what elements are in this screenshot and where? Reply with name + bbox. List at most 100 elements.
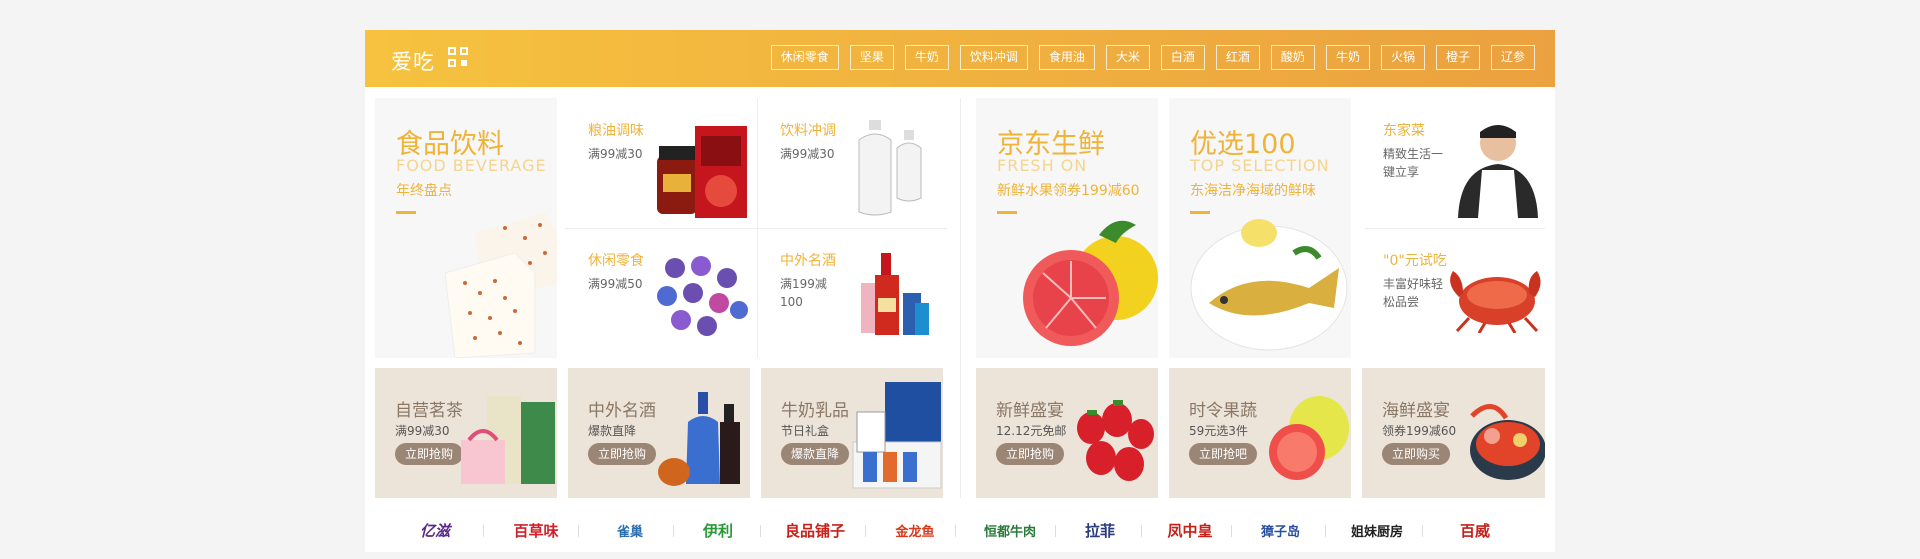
header-tag[interactable]: 红酒 (1215, 45, 1260, 70)
bottom-promo-card[interactable]: 时令果蔬 59元选3件 立即抢吧 (1169, 368, 1351, 498)
qr-code-icon[interactable] (448, 47, 468, 67)
liquor-image (658, 392, 740, 486)
header-tag[interactable]: 饮料冲调 (959, 45, 1028, 70)
cell-title: "0"元试吃 (1383, 253, 1447, 269)
sauce-jar-image (657, 126, 747, 218)
section-divider (960, 98, 961, 498)
promo-title: 海鲜盛宴 (1382, 401, 1450, 421)
brand-strip: 亿滋 百草味 雀巢 伊利 良品铺子 金龙鱼 恒都牛肉 拉菲 凤中皇 獐子岛 姐妹… (365, 503, 1555, 552)
card-subtitle-en: FOOD BEVERAGE (396, 156, 547, 175)
brand-logo[interactable]: 良品铺子 (770, 516, 860, 544)
buy-now-button[interactable]: 立即购买 (1382, 443, 1451, 465)
header-tag[interactable]: 白酒 (1160, 45, 1205, 70)
promo-title: 中外名酒 (588, 401, 656, 421)
buy-now-button[interactable]: 立即抢购 (588, 443, 657, 465)
promo-desc: 12.12元免邮 (996, 424, 1067, 438)
category-cell[interactable]: 休闲零食 满99减50 (565, 228, 755, 358)
buy-now-button[interactable]: 爆款直降 (781, 443, 850, 465)
promo-cell[interactable]: 东家菜 精致生活一键立享 (1360, 98, 1545, 228)
floor-header: 爱吃 休闲零食 坚果 牛奶 饮料冲调 食用油 大米 白酒 红酒 酸奶 牛奶 火锅… (365, 30, 1555, 87)
cell-title: 中外名酒 (780, 253, 836, 269)
promo-title: 时令果蔬 (1189, 401, 1257, 421)
bottom-promo-card[interactable]: 自营茗茶 满99减30 立即抢购 (375, 368, 557, 498)
header-tag[interactable]: 休闲零食 (770, 45, 839, 70)
top-selection-card[interactable]: 优选100 TOP SELECTION 东海洁净海域的鲜味 (1169, 98, 1351, 358)
bottom-promo-card[interactable]: 中外名酒 爆款直降 立即抢购 (568, 368, 750, 498)
brand-divider (1325, 525, 1326, 537)
header-tag[interactable]: 牛奶 (904, 45, 949, 70)
header-tag[interactable]: 火锅 (1380, 45, 1425, 70)
milk-box-image (852, 382, 942, 489)
seafood-bowl-image (1470, 404, 1545, 480)
floor-title: 爱吃 (391, 50, 435, 74)
brand-logo[interactable]: 金龙鱼 (880, 516, 950, 544)
brand-divider (1055, 525, 1056, 537)
category-cell[interactable]: 粮油调味 满99减30 (565, 98, 755, 228)
cell-title: 饮料冲调 (780, 123, 836, 139)
header-tag[interactable]: 坚果 (849, 45, 894, 70)
bottom-promo-card[interactable]: 牛奶乳品 节日礼盒 爆款直降 (761, 368, 943, 498)
crab-image (1450, 271, 1541, 333)
header-tag[interactable]: 橙子 (1435, 45, 1480, 70)
brand-logo[interactable]: 恒都牛肉 (970, 516, 1050, 544)
header-tag[interactable]: 牛奶 (1325, 45, 1370, 70)
brand-divider (483, 525, 484, 537)
brand-logo[interactable]: 百威 (1440, 516, 1510, 544)
brand-divider (955, 525, 956, 537)
buy-now-button[interactable]: 立即抢购 (395, 443, 464, 465)
card-subtitle: 新鲜水果领券199减60 (997, 183, 1140, 199)
brand-logo[interactable]: 凤中皇 (1155, 516, 1225, 544)
accent-bar (997, 211, 1017, 214)
cell-desc: 满99减50 (588, 277, 643, 291)
grapefruit-image (1023, 220, 1158, 346)
cell-title: 休闲零食 (588, 253, 644, 269)
card-subtitle-en: TOP SELECTION (1190, 156, 1330, 175)
brand-logo[interactable]: 獐子岛 (1243, 516, 1318, 544)
brand-divider (578, 525, 579, 537)
liquor-bottles-image (861, 253, 929, 335)
header-tags: 休闲零食 坚果 牛奶 饮料冲调 食用油 大米 白酒 红酒 酸奶 牛奶 火锅 橙子… (760, 45, 1535, 70)
promo-desc: 满99减30 (395, 424, 450, 438)
brand-divider (1422, 525, 1423, 537)
header-tag[interactable]: 大米 (1105, 45, 1150, 70)
brand-logo[interactable]: 百草味 (501, 516, 571, 544)
fresh-on-card[interactable]: 京东生鲜 FRESH ON 新鲜水果领券199减60 (976, 98, 1158, 358)
candy-image (657, 256, 748, 336)
brand-logo[interactable]: 亿滋 (405, 516, 465, 544)
card-subtitle-en: FRESH ON (997, 156, 1088, 175)
cell-title: 粮油调味 (588, 123, 644, 139)
brand-logo[interactable]: 雀巢 (595, 516, 665, 544)
category-cell[interactable]: 中外名酒 满199减100 (757, 228, 947, 358)
brand-divider (865, 525, 866, 537)
water-bottle-image (858, 120, 922, 216)
header-tag[interactable]: 食用油 (1038, 45, 1095, 70)
cell-desc: 丰富好味轻松品尝 (1383, 277, 1444, 309)
food-beverage-card[interactable]: 食品饮料 FOOD BEVERAGE 年终盘点 (375, 98, 557, 358)
accent-bar (396, 211, 416, 214)
brand-divider (1141, 525, 1142, 537)
bottom-promo-card[interactable]: 新鲜盛宴 12.12元免邮 立即抢购 (976, 368, 1158, 498)
food-floor: 爱吃 休闲零食 坚果 牛奶 饮料冲调 食用油 大米 白酒 红酒 酸奶 牛奶 火锅… (365, 30, 1555, 552)
brand-divider (1231, 525, 1232, 537)
brand-logo[interactable]: 拉菲 (1070, 516, 1130, 544)
cell-desc: 满99减30 (588, 147, 643, 161)
card-subtitle: 东海洁净海域的鲜味 (1190, 183, 1316, 199)
promo-title: 新鲜盛宴 (996, 401, 1064, 421)
brand-divider (673, 525, 674, 537)
promo-desc: 节日礼盒 (781, 424, 830, 438)
grid-divider (1365, 228, 1545, 229)
brand-divider (760, 525, 761, 537)
promo-desc: 爆款直降 (588, 424, 637, 438)
bottom-promo-card[interactable]: 海鲜盛宴 领券199减60 立即购买 (1362, 368, 1545, 498)
cell-desc: 满199减100 (780, 277, 827, 309)
buy-now-button[interactable]: 立即抢吧 (1189, 443, 1258, 465)
brand-logo[interactable]: 伊利 (688, 516, 748, 544)
fish-plate-image (1190, 219, 1348, 351)
header-tag[interactable]: 辽参 (1490, 45, 1535, 70)
promo-desc: 领券199减60 (1382, 424, 1457, 438)
header-tag[interactable]: 酸奶 (1270, 45, 1315, 70)
category-cell[interactable]: 饮料冲调 满99减30 (757, 98, 947, 228)
promo-cell[interactable]: "0"元试吃 丰富好味轻松品尝 (1360, 228, 1545, 358)
buy-now-button[interactable]: 立即抢购 (996, 443, 1065, 465)
brand-logo[interactable]: 姐妹厨房 (1337, 516, 1417, 544)
